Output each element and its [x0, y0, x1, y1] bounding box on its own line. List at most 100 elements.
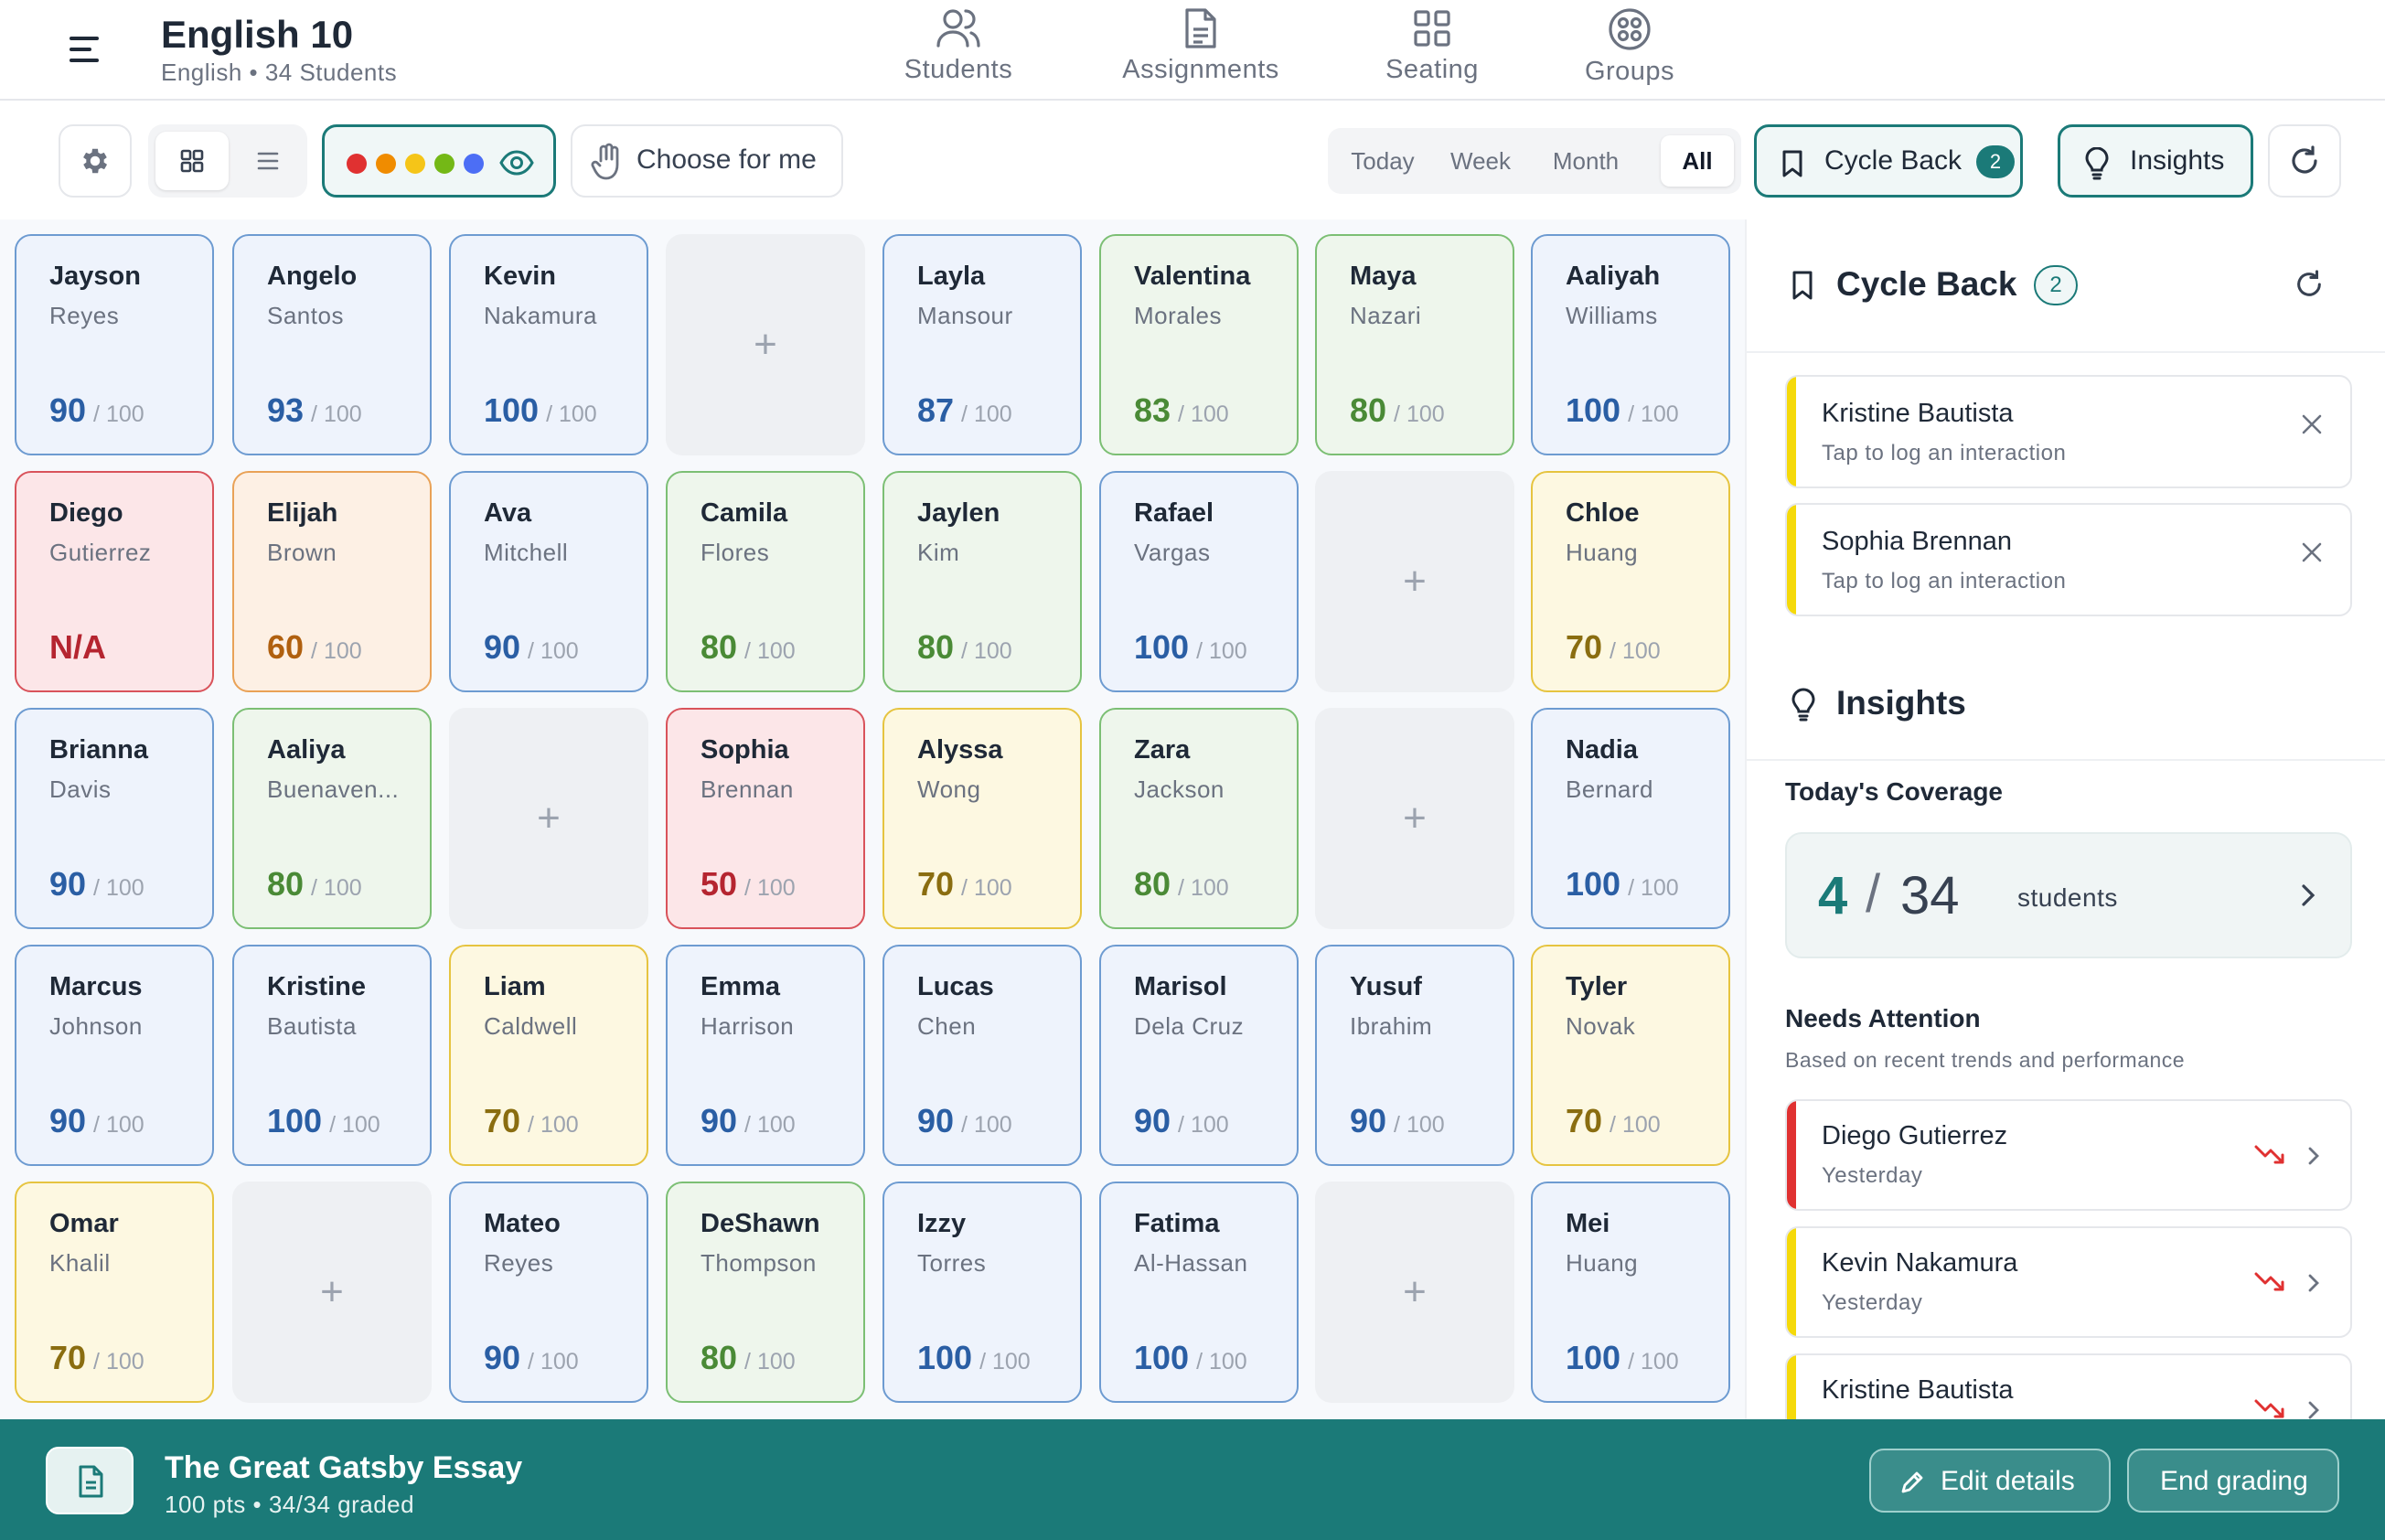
- student-card[interactable]: Elijah Brown 60/ 100: [232, 471, 432, 692]
- tab-seating[interactable]: Seating: [1332, 4, 1533, 95]
- range-all[interactable]: All: [1661, 135, 1734, 187]
- choose-for-me-button[interactable]: Choose for me: [571, 124, 843, 198]
- users-icon: [936, 9, 980, 48]
- student-card[interactable]: Diego Gutierrez N/A: [15, 471, 214, 692]
- tab-groups[interactable]: Groups: [1529, 4, 1730, 95]
- empty-seat[interactable]: +: [449, 708, 648, 929]
- student-card[interactable]: Camila Flores 80/ 100: [666, 471, 865, 692]
- student-first-name: Angelo: [267, 262, 358, 291]
- student-card[interactable]: Lucas Chen 90/ 100: [882, 945, 1082, 1166]
- score-value: 80: [1350, 391, 1387, 429]
- empty-seat[interactable]: +: [1315, 708, 1514, 929]
- score-max: / 100: [961, 875, 1012, 901]
- student-card[interactable]: Marcus Johnson 90/ 100: [15, 945, 214, 1166]
- tab-students[interactable]: Students: [858, 4, 1059, 95]
- needs-attention-item[interactable]: Kevin Nakamura Yesterday: [1785, 1226, 2352, 1338]
- student-card[interactable]: Mei Huang 100 / 100: [1531, 1182, 1730, 1403]
- student-card[interactable]: Zara Jackson 80 / 100: [1099, 708, 1299, 929]
- student-first-name: Emma: [701, 972, 781, 1001]
- student-card[interactable]: Layla Mansour 87/ 100: [882, 234, 1082, 455]
- empty-seat[interactable]: +: [1315, 471, 1514, 692]
- tab-label: Students: [904, 55, 1013, 84]
- student-card[interactable]: Mateo Reyes 90 / 100: [449, 1182, 648, 1403]
- student-card[interactable]: Rafael Vargas 100/ 100: [1099, 471, 1299, 692]
- score-value: 90: [49, 865, 87, 903]
- student-first-name: Fatima: [1134, 1209, 1220, 1238]
- last-interaction: Yesterday: [1822, 1290, 1923, 1315]
- score-value: 80: [917, 628, 955, 666]
- cycle-back-item[interactable]: Sophia Brennan Tap to log an interaction: [1785, 503, 2352, 616]
- student-first-name: Aaliyah: [1566, 262, 1661, 291]
- student-card[interactable]: Angelo Santos 93/ 100: [232, 234, 432, 455]
- assignment-summary: 100 pts • 34/34 graded: [165, 1491, 415, 1518]
- student-card[interactable]: Jaylen Kim 80/ 100: [882, 471, 1082, 692]
- refresh-icon[interactable]: [2294, 269, 2325, 300]
- coverage-separator: /: [1866, 864, 1881, 924]
- close-icon[interactable]: [2301, 541, 2323, 563]
- student-last-name: Kim: [917, 539, 960, 566]
- student-card[interactable]: Izzy Torres 100/ 100: [882, 1182, 1082, 1403]
- student-first-name: Alyssa: [917, 735, 1003, 765]
- range-today[interactable]: Today: [1335, 135, 1430, 187]
- empty-seat[interactable]: +: [232, 1182, 432, 1403]
- tab-assignments[interactable]: Assignments: [1099, 4, 1302, 95]
- needs-attention-item[interactable]: Diego Gutierrez Yesterday: [1785, 1099, 2352, 1211]
- student-card[interactable]: Brianna Davis 90/ 100: [15, 708, 214, 929]
- toolbar: Choose for me Today Week Month All Cycle…: [0, 102, 2385, 219]
- student-card[interactable]: Maya Nazari 80 / 100: [1315, 234, 1514, 455]
- student-card[interactable]: Kevin Nakamura 100/ 100: [449, 234, 648, 455]
- student-card[interactable]: Valentina Morales 83 / 100: [1099, 234, 1299, 455]
- end-grading-button[interactable]: End grading: [2127, 1449, 2339, 1513]
- range-month[interactable]: Month: [1531, 135, 1641, 187]
- student-score: 60/ 100: [267, 628, 362, 667]
- pencil-icon: [1901, 1471, 1923, 1493]
- score-max: / 100: [744, 638, 796, 664]
- student-card[interactable]: Kristine Bautista 100/ 100: [232, 945, 432, 1166]
- student-last-name: Thompson: [701, 1249, 817, 1277]
- student-card[interactable]: Omar Khalil 70/ 100: [15, 1182, 214, 1403]
- cycle-back-item[interactable]: Kristine Bautista Tap to log an interact…: [1785, 375, 2352, 488]
- close-icon[interactable]: [2301, 413, 2323, 435]
- range-week[interactable]: Week: [1434, 135, 1527, 187]
- student-card[interactable]: Aaliyah Williams 100 / 100: [1531, 234, 1730, 455]
- color-filter-button[interactable]: [322, 124, 556, 198]
- student-card[interactable]: Nadia Bernard 100 / 100: [1531, 708, 1730, 929]
- student-card[interactable]: DeShawn Thompson 80/ 100: [666, 1182, 865, 1403]
- score-max: / 100: [1196, 638, 1247, 664]
- empty-seat[interactable]: +: [666, 234, 865, 455]
- student-card[interactable]: Aaliya Buenaven... 80/ 100: [232, 708, 432, 929]
- student-card[interactable]: Chloe Huang 70 / 100: [1531, 471, 1730, 692]
- student-card[interactable]: Sophia Brennan 50/ 100: [666, 708, 865, 929]
- refresh-button[interactable]: [2268, 124, 2341, 198]
- student-score: 100/ 100: [484, 391, 597, 430]
- gear-icon: [83, 148, 108, 174]
- menu-button[interactable]: [64, 35, 104, 66]
- student-card[interactable]: Marisol Dela Cruz 90 / 100: [1099, 945, 1299, 1166]
- color-dot-orange: [376, 154, 396, 174]
- student-first-name: Kristine: [267, 972, 366, 1001]
- student-card[interactable]: Tyler Novak 70 / 100: [1531, 945, 1730, 1166]
- insights-button[interactable]: Insights: [2058, 124, 2253, 198]
- score-max: / 100: [1178, 1112, 1229, 1138]
- edit-details-button[interactable]: Edit details: [1869, 1449, 2111, 1513]
- trend-down-icon: [2254, 1399, 2284, 1418]
- hand-icon: [591, 143, 619, 180]
- student-first-name: Liam: [484, 972, 546, 1001]
- empty-seat[interactable]: +: [1315, 1182, 1514, 1403]
- student-card[interactable]: Yusuf Ibrahim 90 / 100: [1315, 945, 1514, 1166]
- cycle-back-button[interactable]: Cycle Back 2: [1754, 124, 2023, 198]
- settings-button[interactable]: [59, 124, 132, 198]
- student-last-name: Nazari: [1350, 302, 1422, 329]
- student-last-name: Caldwell: [484, 1012, 578, 1040]
- student-last-name: Al-Hassan: [1134, 1249, 1248, 1277]
- add-student-icon: +: [537, 796, 561, 840]
- coverage-card[interactable]: 4 / 34 students: [1785, 832, 2352, 958]
- student-card[interactable]: Fatima Al-Hassan 100/ 100: [1099, 1182, 1299, 1403]
- list-view-button[interactable]: [236, 132, 300, 190]
- grid-view-button[interactable]: [155, 132, 229, 190]
- student-card[interactable]: Emma Harrison 90/ 100: [666, 945, 865, 1166]
- student-card[interactable]: Liam Caldwell 70 / 100: [449, 945, 648, 1166]
- student-card[interactable]: Ava Mitchell 90 / 100: [449, 471, 648, 692]
- student-card[interactable]: Jayson Reyes 90/ 100: [15, 234, 214, 455]
- student-card[interactable]: Alyssa Wong 70/ 100: [882, 708, 1082, 929]
